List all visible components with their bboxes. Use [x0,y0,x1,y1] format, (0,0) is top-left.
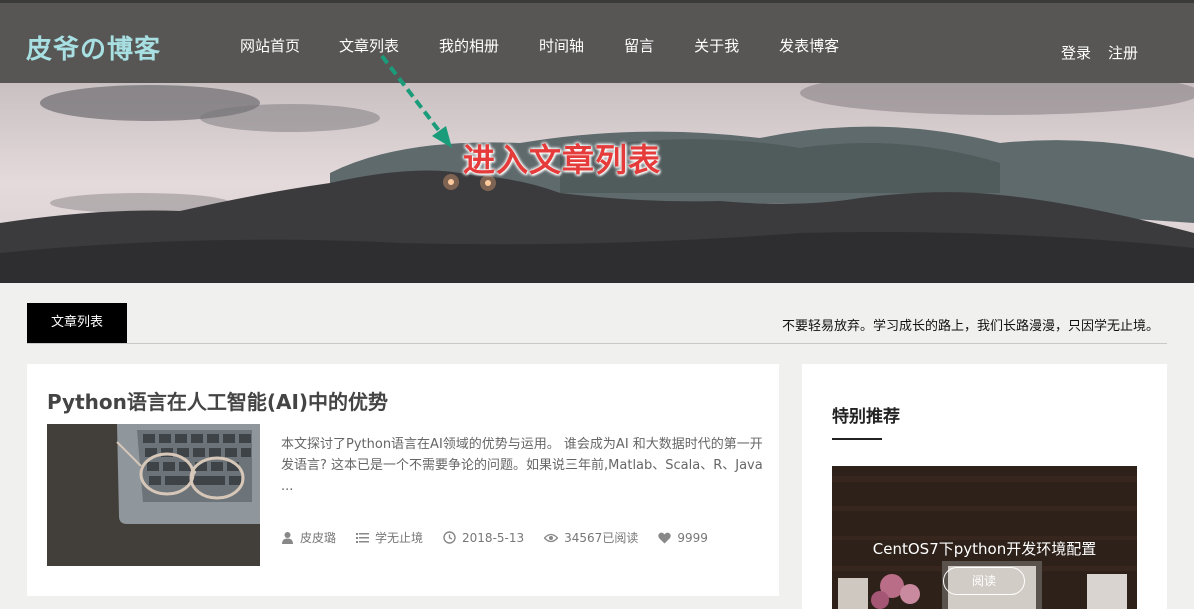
article-meta: 皮皮璐 学无止境 2018-5-13 34567已阅读 9999 [281,529,728,546]
user-icon [282,532,293,544]
motto-text: 不要轻易放弃。学习成长的路上，我们长路漫漫，只因学无止境。 [781,319,1159,334]
nav-home[interactable]: 网站首页 [240,35,300,56]
site-logo[interactable]: 皮爷の博客 [26,29,161,66]
heart-icon [658,532,672,543]
list-icon [356,533,370,543]
nav-publish[interactable]: 发表博客 [779,35,839,56]
mountain-banner-image [0,83,1194,283]
top-navbar: 皮爷の博客 网站首页 文章列表 我的相册 时间轴 留言 关于我 发表博客 登录 … [0,0,1194,83]
meta-views: 34567已阅读 [544,529,638,546]
section-tab[interactable]: 文章列表 [27,303,127,343]
section-header: 文章列表 不要轻易放弃。学习成长的路上，我们长路漫漫，只因学无止境。 [27,303,1167,344]
post-date: 2018-5-13 [462,530,525,545]
article-title[interactable]: Python语言在人工智能(AI)中的优势 [47,386,388,415]
title-underline [832,438,882,440]
annotation-arrow-icon [380,54,452,148]
clock-icon [443,531,456,544]
laptop-glasses-image [47,424,260,566]
meta-author: 皮皮璐 [281,529,336,546]
author-name[interactable]: 皮皮璐 [300,529,336,546]
article-thumbnail[interactable] [47,424,260,566]
eye-icon [544,533,559,542]
sidebar-title: 特别推荐 [832,407,900,427]
featured-title[interactable]: CentOS7下python开发环境配置 [832,538,1137,559]
article-excerpt: 本文探讨了Python语言在AI领域的优势与运用。 谁会成为AI 和大数据时代的… [281,437,763,494]
view-count: 34567已阅读 [564,531,639,545]
meta-date: 2018-5-13 [443,531,524,545]
nav-message[interactable]: 留言 [624,35,654,56]
hero-banner: 进入文章列表 [0,83,1194,283]
auth-links: 登录 注册 [1044,42,1138,63]
read-button[interactable]: 阅读 [943,567,1025,595]
nav-timeline[interactable]: 时间轴 [539,35,584,56]
nav-about[interactable]: 关于我 [694,35,739,56]
login-link[interactable]: 登录 [1061,42,1091,63]
meta-category: 学无止境 [356,529,423,546]
main-nav: 网站首页 文章列表 我的相册 时间轴 留言 关于我 发表博客 [240,35,879,56]
sidebar-recommend: 特别推荐 CentOS7下python开发环境配置 阅读 [802,364,1167,609]
meta-likes: 9999 [658,531,708,545]
featured-post[interactable]: CentOS7下python开发环境配置 阅读 [832,466,1137,609]
like-count[interactable]: 9999 [677,531,708,545]
annotation-label: 进入文章列表 [463,141,662,179]
register-link[interactable]: 注册 [1108,42,1138,63]
article-card: Python语言在人工智能(AI)中的优势 本文探讨了Python语言在AI领域… [27,364,779,596]
category-name[interactable]: 学无止境 [375,529,423,546]
